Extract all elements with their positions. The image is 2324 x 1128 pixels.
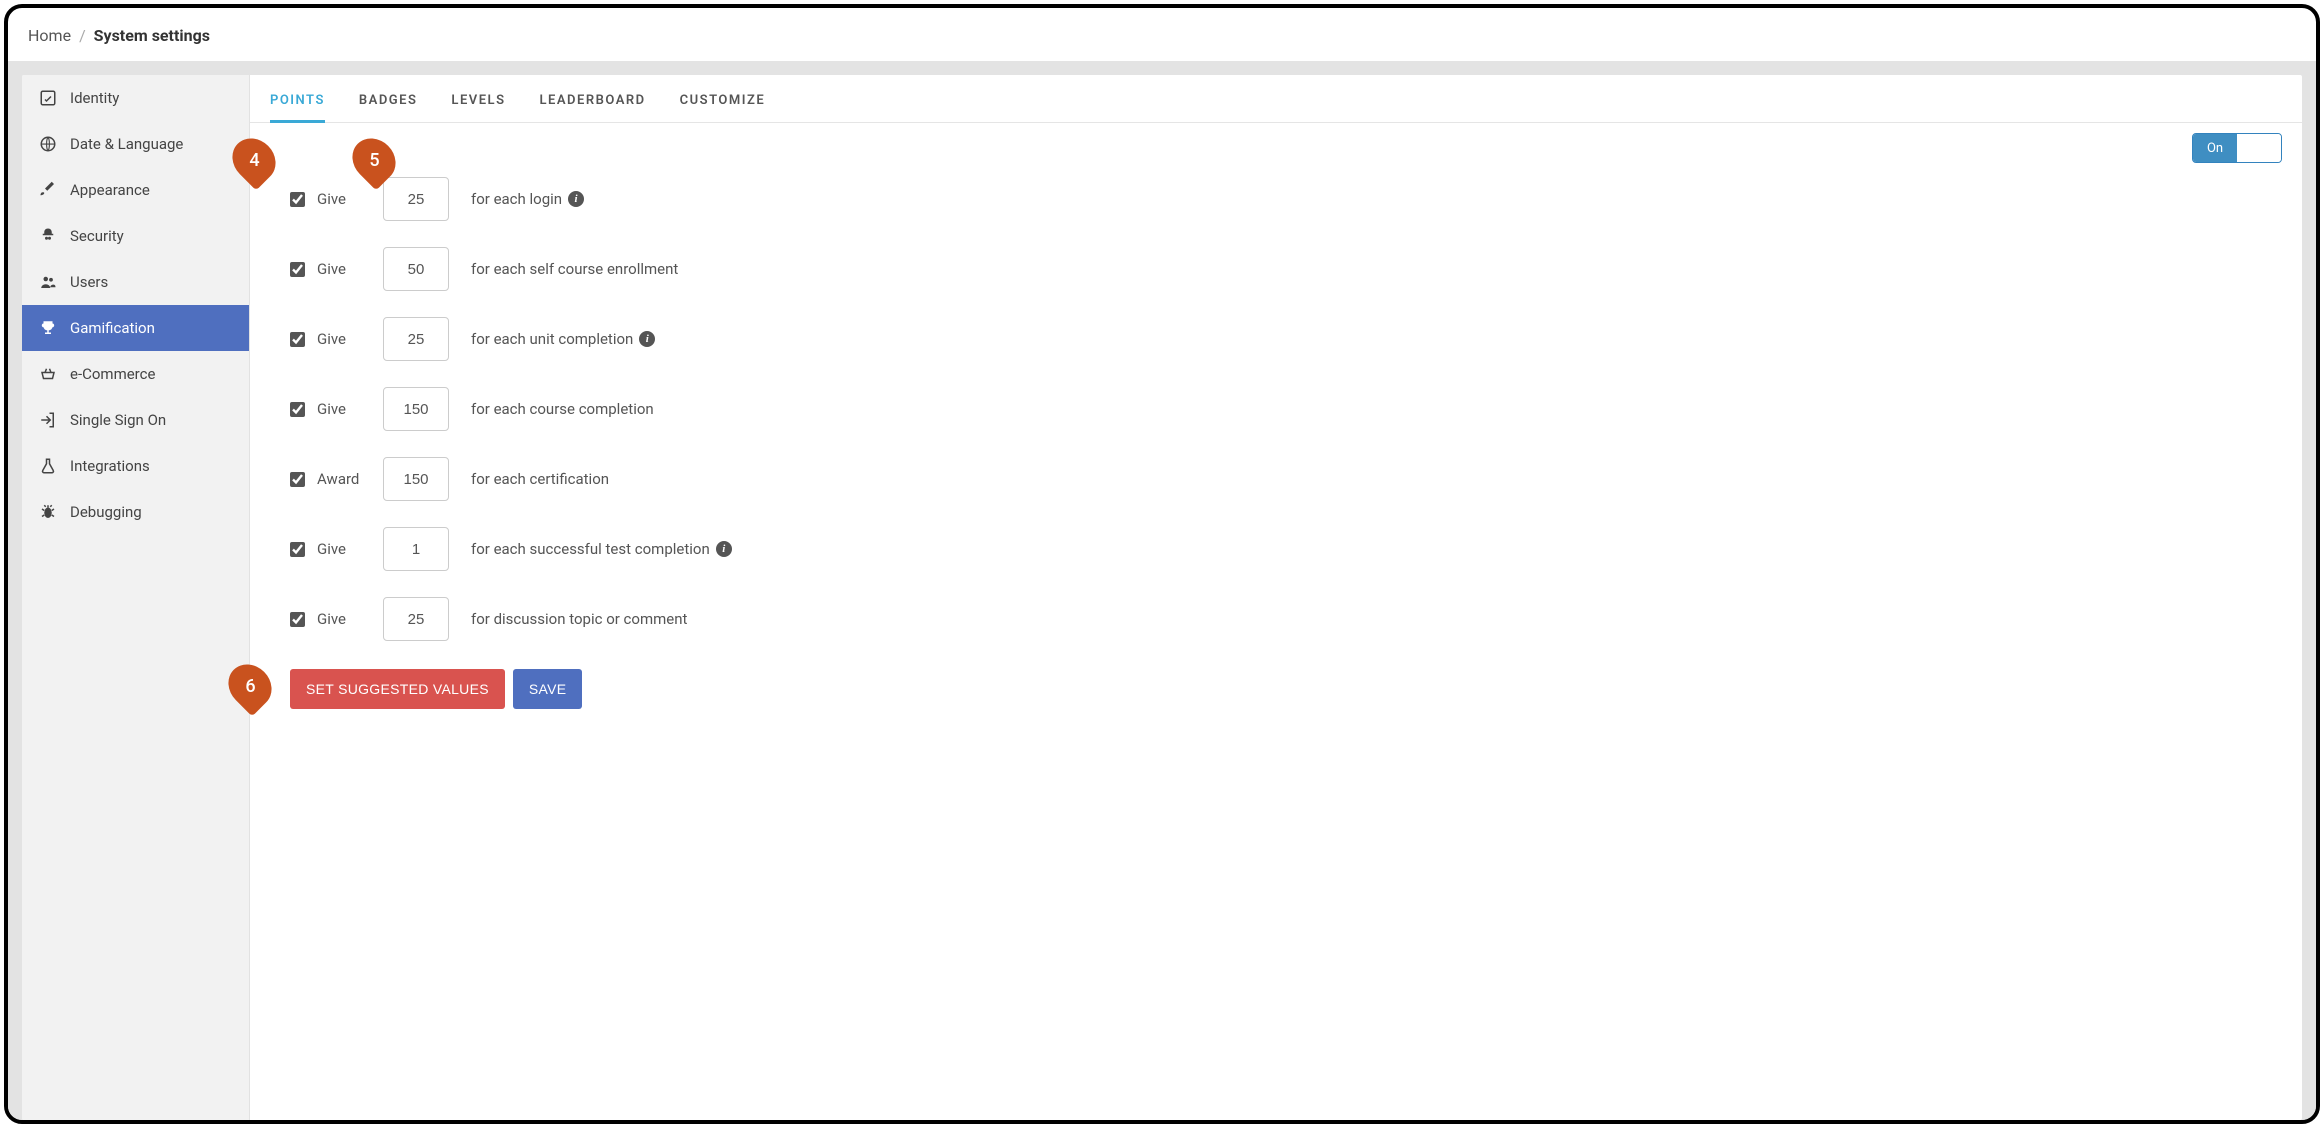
tab-points[interactable]: POINTS xyxy=(270,93,325,123)
flask-icon xyxy=(38,457,58,475)
sidebar-item-label: Integrations xyxy=(70,457,150,475)
row-desc: for each course completion xyxy=(471,400,654,418)
sidebar-item-label: Appearance xyxy=(70,181,150,199)
tab-badges[interactable]: BADGES xyxy=(359,93,418,122)
breadcrumb: Home / System settings xyxy=(8,8,2316,61)
sidebar-item-security[interactable]: Security xyxy=(22,213,249,259)
row-verb: Give xyxy=(317,610,371,628)
breadcrumb-separator: / xyxy=(79,26,86,45)
tab-levels[interactable]: LEVELS xyxy=(451,93,505,122)
row-desc: for discussion topic or comment xyxy=(471,610,687,628)
signin-icon xyxy=(38,411,58,429)
row-value-input[interactable] xyxy=(383,387,449,431)
row-verb: Award xyxy=(317,470,371,488)
bug-icon xyxy=(38,503,58,521)
brush-icon xyxy=(38,181,58,199)
points-row-course: Give for each course completion xyxy=(270,387,2282,431)
row-checkbox[interactable] xyxy=(290,542,305,557)
row-verb: Give xyxy=(317,260,371,278)
toggle-on-label: On xyxy=(2193,134,2237,162)
sidebar-item-label: Users xyxy=(70,273,108,291)
row-verb: Give xyxy=(317,540,371,558)
trophy-icon xyxy=(38,319,58,337)
row-checkbox[interactable] xyxy=(290,192,305,207)
breadcrumb-current: System settings xyxy=(94,26,210,45)
row-verb: Give xyxy=(317,400,371,418)
tab-leaderboard[interactable]: LEADERBOARD xyxy=(540,93,646,122)
sidebar-item-ecommerce[interactable]: e-Commerce xyxy=(22,351,249,397)
info-icon[interactable]: i xyxy=(716,541,732,557)
sidebar-item-users[interactable]: Users xyxy=(22,259,249,305)
sidebar-item-sso[interactable]: Single Sign On xyxy=(22,397,249,443)
row-value-input[interactable] xyxy=(383,247,449,291)
points-row-enrollment: Give for each self course enrollment xyxy=(270,247,2282,291)
sidebar-item-identity[interactable]: Identity xyxy=(22,75,249,121)
points-row-login: Give for each login i xyxy=(270,177,2282,221)
toggle-handle xyxy=(2237,134,2281,162)
sidebar-item-label: Gamification xyxy=(70,319,155,337)
row-desc: for each successful test completion i xyxy=(471,540,732,558)
points-row-discussion: Give for discussion topic or comment xyxy=(270,597,2282,641)
tab-customize[interactable]: CUSTOMIZE xyxy=(680,93,766,122)
points-row-unit: Give for each unit completion i xyxy=(270,317,2282,361)
basket-icon xyxy=(38,365,58,383)
sidebar-item-label: Single Sign On xyxy=(70,411,166,429)
spy-icon xyxy=(38,227,58,245)
row-value-input[interactable] xyxy=(383,527,449,571)
sidebar-item-label: Security xyxy=(70,227,124,245)
main-content: POINTS BADGES LEVELS LEADERBOARD CUSTOMI… xyxy=(250,75,2302,1120)
row-value-input[interactable] xyxy=(383,317,449,361)
settings-sidebar: Identity Date & Language Appearance xyxy=(22,75,250,1120)
row-checkbox[interactable] xyxy=(290,402,305,417)
sidebar-item-date-language[interactable]: Date & Language xyxy=(22,121,249,167)
sidebar-item-label: Debugging xyxy=(70,503,142,521)
row-verb: Give xyxy=(317,330,371,348)
row-value-input[interactable] xyxy=(383,457,449,501)
points-row-test: Give for each successful test completion… xyxy=(270,527,2282,571)
save-button[interactable]: SAVE xyxy=(513,669,583,709)
set-suggested-button[interactable]: SET SUGGESTED VALUES xyxy=(290,669,505,709)
row-value-input[interactable] xyxy=(383,177,449,221)
globe-icon xyxy=(38,135,58,153)
row-checkbox[interactable] xyxy=(290,472,305,487)
row-checkbox[interactable] xyxy=(290,332,305,347)
info-icon[interactable]: i xyxy=(639,331,655,347)
sidebar-item-appearance[interactable]: Appearance xyxy=(22,167,249,213)
info-icon[interactable]: i xyxy=(568,191,584,207)
row-desc: for each certification xyxy=(471,470,609,488)
sidebar-item-integrations[interactable]: Integrations xyxy=(22,443,249,489)
row-checkbox[interactable] xyxy=(290,612,305,627)
users-icon xyxy=(38,273,58,291)
row-value-input[interactable] xyxy=(383,597,449,641)
sidebar-item-debugging[interactable]: Debugging xyxy=(22,489,249,535)
row-desc: for each unit completion i xyxy=(471,330,655,348)
sidebar-item-label: Date & Language xyxy=(70,135,183,153)
row-desc: for each self course enrollment xyxy=(471,260,678,278)
points-row-certification: Award for each certification xyxy=(270,457,2282,501)
breadcrumb-home[interactable]: Home xyxy=(28,26,71,45)
sidebar-item-label: Identity xyxy=(70,89,119,107)
pencil-square-icon xyxy=(38,89,58,107)
row-checkbox[interactable] xyxy=(290,262,305,277)
points-toggle[interactable]: On xyxy=(2192,133,2282,163)
tabs: POINTS BADGES LEVELS LEADERBOARD CUSTOMI… xyxy=(250,75,2302,123)
sidebar-item-gamification[interactable]: Gamification xyxy=(22,305,249,351)
sidebar-item-label: e-Commerce xyxy=(70,365,155,383)
row-desc: for each login i xyxy=(471,190,584,208)
row-verb: Give xyxy=(317,190,371,208)
